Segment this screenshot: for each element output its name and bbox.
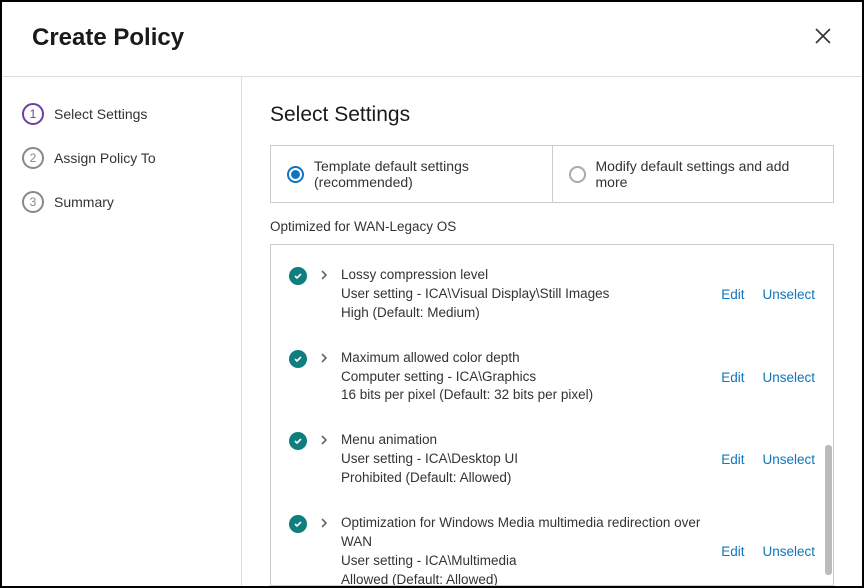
edit-link[interactable]: Edit xyxy=(721,544,744,559)
step-label: Summary xyxy=(54,194,114,210)
setting-row: Maximum allowed color depth Computer set… xyxy=(271,336,833,419)
chevron-right-icon xyxy=(319,516,329,530)
step-number-icon: 3 xyxy=(22,191,44,213)
step-select-settings[interactable]: 1 Select Settings xyxy=(22,103,221,125)
setting-path: User setting - ICA\Desktop UI xyxy=(341,450,709,469)
section-heading: Select Settings xyxy=(270,103,834,127)
setting-row: Optimization for Windows Media multimedi… xyxy=(271,501,833,586)
option-modify-default[interactable]: Modify default settings and add more xyxy=(553,146,834,202)
close-icon xyxy=(814,27,832,45)
option-label: Template default settings (recommended) xyxy=(314,158,536,190)
radio-icon xyxy=(287,166,304,183)
setting-title: Menu animation xyxy=(341,431,709,450)
scrollbar[interactable] xyxy=(825,445,832,575)
unselect-link[interactable]: Unselect xyxy=(762,287,815,302)
step-label: Assign Policy To xyxy=(54,150,156,166)
dialog-title: Create Policy xyxy=(32,24,184,52)
chevron-right-icon xyxy=(319,268,329,282)
step-number-icon: 2 xyxy=(22,147,44,169)
settings-mode-options: Template default settings (recommended) … xyxy=(270,145,834,203)
expand-toggle[interactable] xyxy=(319,516,329,535)
edit-link[interactable]: Edit xyxy=(721,287,744,302)
setting-value: Prohibited (Default: Allowed) xyxy=(341,469,709,488)
setting-path: Computer setting - ICA\Graphics xyxy=(341,368,709,387)
check-icon xyxy=(289,432,307,450)
unselect-link[interactable]: Unselect xyxy=(762,544,815,559)
expand-toggle[interactable] xyxy=(319,433,329,452)
unselect-link[interactable]: Unselect xyxy=(762,452,815,467)
expand-toggle[interactable] xyxy=(319,351,329,370)
setting-title: Optimization for Windows Media multimedi… xyxy=(341,514,709,552)
step-number-icon: 1 xyxy=(22,103,44,125)
wizard-sidebar: 1 Select Settings 2 Assign Policy To 3 S… xyxy=(2,77,242,586)
main-panel: Select Settings Template default setting… xyxy=(242,77,862,586)
option-label: Modify default settings and add more xyxy=(596,158,818,190)
settings-list: Lossy compression level User setting - I… xyxy=(270,244,834,586)
step-assign-policy[interactable]: 2 Assign Policy To xyxy=(22,147,221,169)
chevron-right-icon xyxy=(319,433,329,447)
unselect-link[interactable]: Unselect xyxy=(762,370,815,385)
setting-title: Maximum allowed color depth xyxy=(341,349,709,368)
setting-text: Optimization for Windows Media multimedi… xyxy=(341,514,709,586)
dialog-header: Create Policy xyxy=(2,2,862,77)
setting-value: High (Default: Medium) xyxy=(341,304,709,323)
setting-text: Lossy compression level User setting - I… xyxy=(341,266,709,323)
radio-icon xyxy=(569,166,586,183)
setting-row: Lossy compression level User setting - I… xyxy=(271,253,833,336)
edit-link[interactable]: Edit xyxy=(721,370,744,385)
setting-title: Lossy compression level xyxy=(341,266,709,285)
setting-path: User setting - ICA\Multimedia xyxy=(341,552,709,571)
chevron-right-icon xyxy=(319,351,329,365)
check-icon xyxy=(289,350,307,368)
step-summary[interactable]: 3 Summary xyxy=(22,191,221,213)
setting-text: Maximum allowed color depth Computer set… xyxy=(341,349,709,406)
check-icon xyxy=(289,267,307,285)
setting-value: Allowed (Default: Allowed) xyxy=(341,571,709,586)
expand-toggle[interactable] xyxy=(319,268,329,287)
setting-text: Menu animation User setting - ICA\Deskto… xyxy=(341,431,709,488)
setting-path: User setting - ICA\Visual Display\Still … xyxy=(341,285,709,304)
edit-link[interactable]: Edit xyxy=(721,452,744,467)
step-label: Select Settings xyxy=(54,106,147,122)
check-icon xyxy=(289,515,307,533)
close-button[interactable] xyxy=(814,27,832,50)
option-template-default[interactable]: Template default settings (recommended) xyxy=(271,146,553,202)
setting-row: Menu animation User setting - ICA\Deskto… xyxy=(271,418,833,501)
optimization-label: Optimized for WAN-Legacy OS xyxy=(270,219,834,234)
setting-value: 16 bits per pixel (Default: 32 bits per … xyxy=(341,386,709,405)
